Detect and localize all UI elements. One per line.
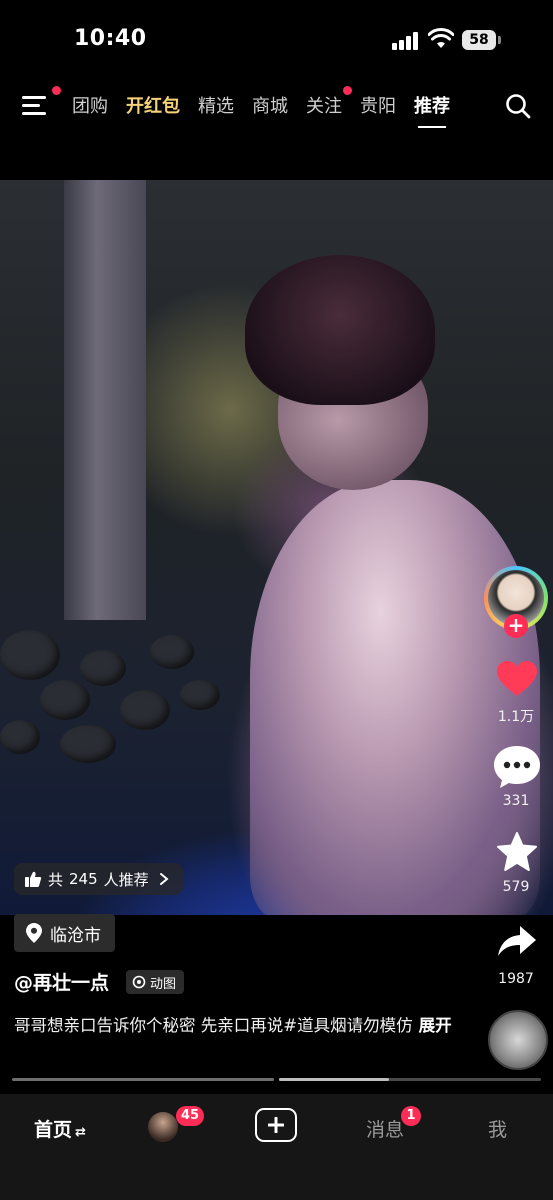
nav-tab-label: 推荐 [414,96,450,117]
music-disc[interactable] [488,1010,548,1070]
rock [0,630,60,680]
wooden-pillar [64,180,146,620]
tab-home[interactable]: 首页 ⇄ [34,1115,86,1142]
comment-icon[interactable] [492,744,542,790]
nav-tab-label: 贵阳 [360,96,396,117]
rock [60,725,116,763]
status-time: 10:40 [74,26,147,51]
nav-tab[interactable]: 推荐 [414,92,450,128]
rock [0,720,40,754]
thumbs-up-icon [25,871,42,887]
tab-messages[interactable]: 消息 [366,1115,404,1142]
rock [40,680,90,720]
nav-tab-label: 关注 [306,96,342,117]
nav-tab-label: 开红包 [126,96,180,117]
search-icon[interactable] [505,93,531,119]
wifi-icon [428,28,454,48]
menu-icon[interactable] [22,86,61,116]
location-pin-icon [26,923,42,943]
location-label: 临沧市 [50,925,101,946]
nav-tab-notification-dot [343,86,352,95]
like-heart-icon[interactable] [496,660,538,698]
switch-feed-icon: ⇄ [75,1125,86,1140]
like-count: 1.1万 [497,709,535,725]
nav-tab-label: 团购 [72,96,108,117]
gif-label: 动图 [150,976,177,992]
nav-tab[interactable]: 贵阳 [360,92,396,118]
top-nav-tabs: 团购 开红包 精选 商城 关注 贵阳 推荐 [72,86,468,128]
video-player[interactable] [0,180,553,915]
expand-caption-link[interactable]: 展开 [419,1016,452,1035]
recommend-count: 245 [69,870,98,888]
battery-indicator: 58 [462,30,496,50]
nav-tab-label: 商城 [252,96,288,117]
rock [150,635,194,669]
progress-segment-previous [12,1078,274,1081]
author-name[interactable]: @再壮一点 [14,968,109,995]
nav-tab[interactable]: 商城 [252,92,288,118]
recommend-prefix: 共 [48,870,64,889]
rock [80,650,126,686]
recommend-count-pill[interactable]: 共 245 人推荐 [14,863,183,895]
nav-tab[interactable]: 精选 [198,92,234,118]
tab-friends-avatar[interactable] [148,1112,178,1142]
chevron-right-icon [159,873,169,885]
gif-icon [132,975,146,989]
friends-badge: 45 [176,1106,205,1126]
create-button[interactable] [255,1108,297,1142]
favorite-count: 579 [502,879,530,895]
progress-fill [279,1078,389,1081]
caption[interactable]: 哥哥想亲口告诉你个秘密 先亲口再说#道具烟请勿模仿 展开 [14,1012,474,1040]
nav-tab-label: 精选 [198,96,234,117]
follow-button[interactable]: + [504,614,528,638]
rock [180,680,220,710]
nav-tab[interactable]: 开红包 [126,92,180,118]
nav-tab[interactable]: 团购 [72,92,108,118]
share-arrow-icon[interactable] [496,924,538,958]
recommend-suffix: 人推荐 [103,870,149,889]
messages-badge: 1 [401,1106,421,1126]
location-chip[interactable]: 临沧市 [14,914,115,952]
tab-home-label: 首页 [34,1119,73,1141]
rock [120,690,170,730]
gif-badge: 动图 [126,970,185,994]
cellular-signal-icon [392,32,420,50]
caption-text: 哥哥想亲口告诉你个秘密 先亲口再说#道具烟请勿模仿 [14,1016,413,1035]
share-count: 1987 [498,971,534,987]
tab-me[interactable]: 我 [488,1115,507,1142]
menu-notification-dot [52,86,61,95]
nav-tab[interactable]: 关注 [306,86,352,118]
comment-count: 331 [502,793,530,809]
battery-tip [498,36,501,44]
plus-icon [268,1117,284,1133]
person-hair [245,255,435,405]
favorite-star-icon[interactable] [496,832,538,872]
